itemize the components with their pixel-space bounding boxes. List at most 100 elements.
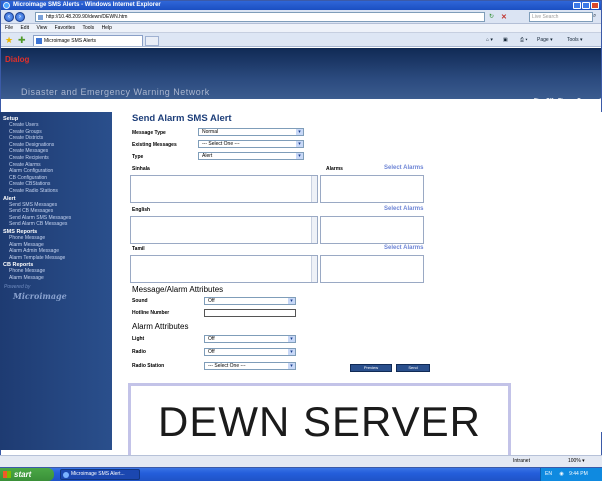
sidebar-item-sms-alarm-message[interactable]: Alarm Message — [3, 242, 112, 249]
sidebar-item-create-cbstations[interactable]: Create CBStations — [3, 181, 112, 188]
select-alarms-link-sinhala[interactable]: Select Alarms — [384, 165, 423, 171]
menu-tools[interactable]: Tools — [82, 25, 94, 31]
home-icon[interactable]: ⌂ ▾ — [486, 36, 493, 44]
sidebar-item-create-radio-stations[interactable]: Create Radio Stations — [3, 188, 112, 195]
message-type-select[interactable]: Normal ▾ — [198, 128, 304, 136]
clock[interactable]: 9:44 PM — [569, 471, 588, 477]
minimize-icon[interactable] — [573, 2, 581, 9]
type-value: Alert — [202, 153, 213, 159]
system-tray: EN ◉ 9:44 PM — [540, 468, 602, 481]
microimage-brand: Microimage — [13, 291, 67, 302]
feeds-icon[interactable]: ▣ — [503, 36, 508, 44]
existing-messages-select[interactable]: --- Select One --- ▾ — [198, 140, 304, 148]
sidebar-item-alarm-configuration[interactable]: Alarm Configuration — [3, 168, 112, 175]
search-icon[interactable]: ⌕ — [593, 13, 600, 20]
sidebar-item-send-alarm-cb[interactable]: Send Alarm CB Messages — [3, 221, 112, 228]
sinhala-alarms-box[interactable] — [320, 175, 424, 203]
english-textarea[interactable] — [130, 216, 318, 244]
page-menu[interactable]: Page ▾ — [537, 36, 553, 44]
sidebar-item-cb-phone-message[interactable]: Phone Message — [3, 268, 112, 275]
select-alarms-link-tamil[interactable]: Select Alarms — [384, 245, 423, 251]
status-bar: Intranet 100% ▾ — [0, 455, 602, 467]
sidebar-item-send-sms[interactable]: Send SMS Messages — [3, 202, 112, 209]
light-select[interactable]: Off ▾ — [204, 335, 296, 343]
window-title: Microimage SMS Alerts - Windows Internet… — [13, 2, 161, 8]
chevron-down-icon: ▾ — [296, 153, 303, 159]
tamil-textarea[interactable] — [130, 255, 318, 283]
menu-help[interactable]: Help — [102, 25, 112, 31]
sidebar-item-sms-phone-message[interactable]: Phone Message — [3, 235, 112, 242]
favorites-star-icon[interactable]: ★ — [5, 35, 13, 46]
preview-button[interactable]: Preview — [350, 364, 392, 372]
menu-file[interactable]: File — [5, 25, 13, 31]
new-tab-button[interactable] — [145, 36, 159, 46]
powered-by-label: Powered by — [4, 284, 31, 291]
maximize-icon[interactable] — [582, 2, 590, 9]
textarea-scrollbar[interactable] — [311, 176, 317, 202]
sidebar-item-create-messages[interactable]: Create Messages — [3, 148, 112, 155]
browser-tab[interactable]: Microimage SMS Alerts — [33, 35, 143, 46]
start-label: start — [14, 470, 32, 479]
textarea-scrollbar[interactable] — [311, 256, 317, 282]
menu-favorites[interactable]: Favorites — [55, 25, 76, 31]
english-label: English — [132, 207, 151, 213]
sidebar-item-create-users[interactable]: Create Users — [3, 122, 112, 129]
radio-station-label: Radio Station — [132, 363, 165, 369]
search-input[interactable]: Live Search — [529, 12, 593, 22]
sidebar-item-sms-alarm-admin[interactable]: Alarm Admin Message — [3, 248, 112, 255]
refresh-icon[interactable]: ↻ — [489, 13, 497, 21]
url-text: http://10.48.209.90/dewn/DEWN.htm — [46, 14, 128, 20]
page-icon — [38, 15, 43, 20]
radio-station-select[interactable]: --- Select One --- ▾ — [204, 362, 296, 370]
sound-select[interactable]: Off ▾ — [204, 297, 296, 305]
sidebar-item-send-alarm-sms[interactable]: Send Alarm SMS Messages — [3, 215, 112, 222]
light-label: Light — [132, 336, 145, 342]
send-button[interactable]: Send — [396, 364, 430, 372]
title-bar: Microimage SMS Alerts - Windows Internet… — [1, 1, 601, 10]
stop-icon[interactable]: ✕ — [501, 13, 509, 21]
print-icon[interactable]: ⎙ ▾ — [520, 36, 528, 44]
zone-label: Intranet — [513, 458, 530, 464]
sidebar-item-create-designations[interactable]: Create Designations — [3, 142, 112, 149]
radio-value: Off — [208, 349, 215, 355]
sidebar-item-send-cb[interactable]: Send CB Messages — [3, 208, 112, 215]
sidebar-item-cb-alarm-message[interactable]: Alarm Message — [3, 275, 112, 282]
start-button[interactable]: start — [0, 468, 54, 481]
language-indicator[interactable]: EN — [545, 471, 552, 477]
forward-icon[interactable]: › — [15, 12, 25, 22]
tamil-alarms-box[interactable] — [320, 255, 424, 283]
type-select[interactable]: Alert ▾ — [198, 152, 304, 160]
textarea-scrollbar[interactable] — [311, 217, 317, 243]
sound-label: Sound — [132, 298, 148, 304]
english-alarms-box[interactable] — [320, 216, 424, 244]
menu-edit[interactable]: Edit — [20, 25, 29, 31]
select-alarms-link-english[interactable]: Select Alarms — [384, 206, 423, 212]
radio-select[interactable]: Off ▾ — [204, 348, 296, 356]
network-icon[interactable]: ◉ — [559, 471, 563, 477]
back-icon[interactable]: ‹ — [4, 12, 14, 22]
chevron-down-icon: ▾ — [296, 129, 303, 135]
zoom-level[interactable]: 100% ▾ — [568, 456, 585, 467]
sinhala-textarea[interactable] — [130, 175, 318, 203]
menu-view[interactable]: View — [36, 25, 47, 31]
sidebar-item-cb-configuration[interactable]: CB Configuration — [3, 175, 112, 182]
sidebar-item-create-alarms[interactable]: Create Alarms — [3, 162, 112, 169]
url-field[interactable]: http://10.48.209.90/dewn/DEWN.htm — [35, 12, 485, 22]
sidebar-item-create-recipients[interactable]: Create Recipients — [3, 155, 112, 162]
tools-menu[interactable]: Tools ▾ — [567, 36, 583, 44]
change-password-link[interactable]: Change Password — [558, 98, 601, 104]
sidebar-item-create-groups[interactable]: Create Groups — [3, 129, 112, 136]
existing-messages-value: --- Select One --- — [202, 141, 240, 147]
radio-label: Radio — [132, 349, 146, 355]
sidebar-item-create-districts[interactable]: Create Districts — [3, 135, 112, 142]
add-favorite-icon[interactable]: ✚ — [18, 35, 26, 46]
sidebar-item-sms-alarm-template[interactable]: Alarm Template Message — [3, 255, 112, 262]
message-type-value: Normal — [202, 129, 219, 135]
address-bar: ‹ › http://10.48.209.90/dewn/DEWN.htm ↻ … — [1, 10, 601, 24]
close-icon[interactable] — [591, 2, 599, 9]
tab-label: Microimage SMS Alerts — [44, 38, 96, 44]
hotline-input[interactable] — [204, 309, 296, 317]
tamil-label: Tamil — [132, 246, 145, 252]
taskbar-ie-button[interactable]: Microimage SMS Alert... — [60, 469, 140, 480]
sign-off-link[interactable]: Sign Off — [534, 98, 553, 104]
